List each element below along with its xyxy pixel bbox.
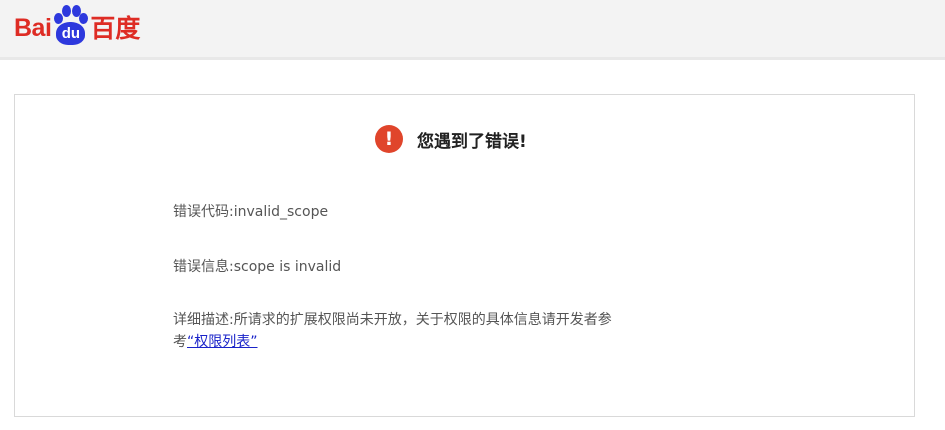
logo-text-chinese: 百度 (90, 13, 141, 43)
error-info-row: 错误信息:scope is invalid (173, 256, 341, 278)
error-code-value: invalid_scope (233, 204, 329, 220)
exclamation-icon: ! (375, 125, 403, 153)
error-code-label: 错误代码: (173, 204, 234, 220)
header-bar: Bai du 百度 (0, 0, 945, 60)
paw-label: du (56, 22, 86, 45)
error-heading: 您遇到了错误! (417, 131, 527, 152)
permission-list-link[interactable]: “权限列表” (187, 334, 258, 350)
error-title: ! 您遇到了错误! (375, 125, 527, 153)
error-code-row: 错误代码:invalid_scope (173, 201, 328, 223)
logo-text-latin: Bai (14, 13, 52, 42)
error-description-row: 详细描述:所请求的扩展权限尚未开放，关于权限的具体信息请开发者参 考“权限列表” (173, 309, 753, 353)
error-description-label: 详细描述: (173, 312, 234, 328)
error-description-continuation: 考 (173, 334, 187, 350)
error-info-value: scope is invalid (233, 259, 342, 275)
error-description-text: 所请求的扩展权限尚未开放，关于权限的具体信息请开发者参 (233, 312, 612, 328)
error-panel: ! 您遇到了错误! 错误代码:invalid_scope 错误信息:scope … (14, 94, 915, 417)
paw-icon: du (52, 5, 89, 51)
error-info-label: 错误信息: (173, 259, 234, 275)
baidu-logo[interactable]: Bai du 百度 (14, 2, 140, 54)
